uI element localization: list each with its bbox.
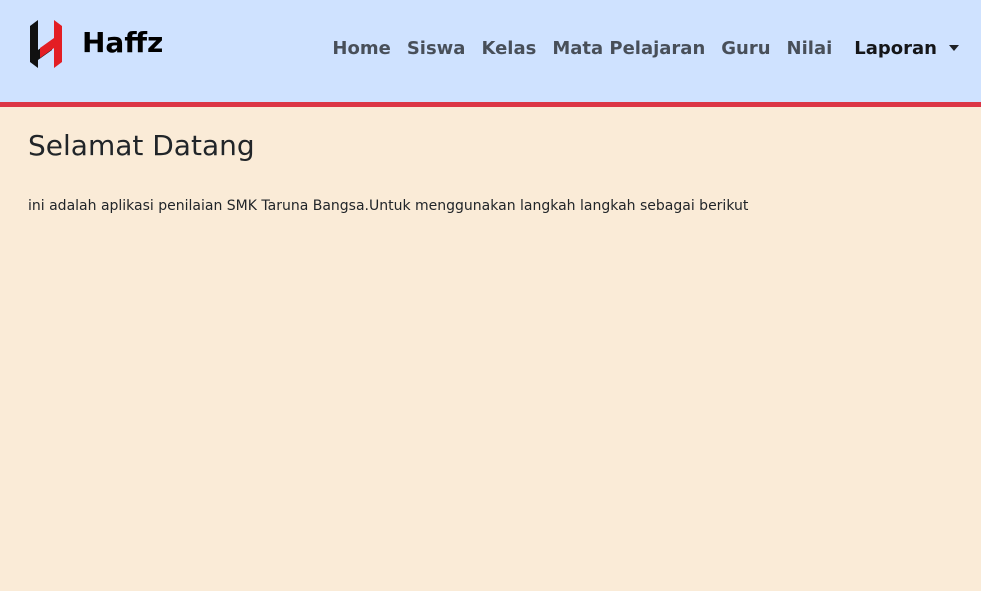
nav-item-home[interactable]: Home <box>324 37 398 61</box>
main-nav: Home Siswa Kelas Mata Pelajaran Guru Nil… <box>324 37 967 61</box>
top-navbar: Haffz Home Siswa Kelas Mata Pelajaran Gu… <box>0 0 981 107</box>
main-content: Selamat Datang ini adalah aplikasi penil… <box>0 107 981 238</box>
intro-text: ini adalah aplikasi penilaian SMK Taruna… <box>28 198 749 214</box>
nav-item-kelas[interactable]: Kelas <box>473 37 544 61</box>
nav-item-siswa[interactable]: Siswa <box>399 37 474 61</box>
page-title: Selamat Datang <box>28 129 255 162</box>
brand-link[interactable]: Haffz <box>28 20 163 68</box>
caret-down-icon <box>949 45 959 51</box>
haffz-logo-icon <box>30 20 62 68</box>
nav-dropdown-label: Laporan <box>854 38 937 59</box>
brand-name: Haffz <box>82 26 164 59</box>
nav-dropdown-laporan[interactable]: Laporan <box>846 37 967 61</box>
nav-item-mata-pelajaran[interactable]: Mata Pelajaran <box>544 37 713 61</box>
nav-item-nilai[interactable]: Nilai <box>779 37 841 61</box>
nav-item-guru[interactable]: Guru <box>713 37 778 61</box>
